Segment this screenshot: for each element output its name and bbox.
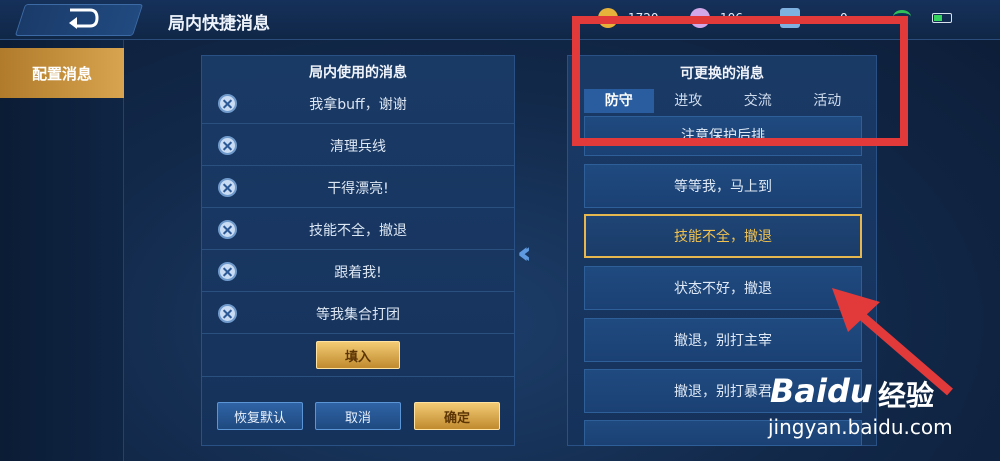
red-highlight-box — [572, 16, 908, 146]
message-row: 干得漂亮! — [202, 166, 514, 208]
message-text: 技能不全，撤退 — [309, 223, 407, 239]
in-game-messages-panel: 局内使用的消息 我拿buff，谢谢 清理兵线 干得漂亮! 技能不全，撤退 跟着我… — [201, 55, 515, 446]
option-item[interactable]: 等等我，马上到 — [584, 164, 862, 208]
sidebar-item-config-messages[interactable]: 配置消息 — [0, 48, 124, 98]
message-text: 跟着我! — [334, 265, 382, 281]
watermark-url: jingyan.baidu.com — [768, 415, 953, 439]
watermark-brand: Baidu — [770, 372, 873, 410]
option-item-selected[interactable]: 技能不全，撤退 — [584, 214, 862, 258]
message-row: 跟着我! — [202, 250, 514, 292]
fill-row: 填入 — [202, 335, 514, 377]
battery-icon — [932, 13, 952, 23]
message-row: 我拿buff，谢谢 — [202, 82, 514, 124]
back-arrow-icon[interactable] — [66, 7, 100, 29]
message-row: 等我集合打团 — [202, 292, 514, 334]
fill-button[interactable]: 填入 — [316, 341, 400, 369]
reset-default-button[interactable]: 恢复默认 — [217, 402, 303, 430]
message-text: 干得漂亮! — [327, 181, 389, 197]
panel-title: 局内使用的消息 — [309, 65, 407, 81]
message-text: 清理兵线 — [330, 139, 386, 155]
message-text: 等我集合打团 — [316, 307, 400, 323]
cancel-button[interactable]: 取消 — [315, 402, 401, 430]
double-chevron-left-icon[interactable]: ‹‹ — [517, 236, 531, 271]
message-row: 技能不全，撤退 — [202, 208, 514, 250]
page-title: 局内快捷消息 — [168, 14, 270, 34]
message-row: 清理兵线 — [202, 124, 514, 166]
sidebar: 配置消息 — [0, 40, 124, 461]
watermark-brand-cn: 经验 — [878, 379, 935, 412]
message-text: 我拿buff，谢谢 — [309, 97, 407, 113]
confirm-button[interactable]: 确定 — [414, 402, 500, 430]
